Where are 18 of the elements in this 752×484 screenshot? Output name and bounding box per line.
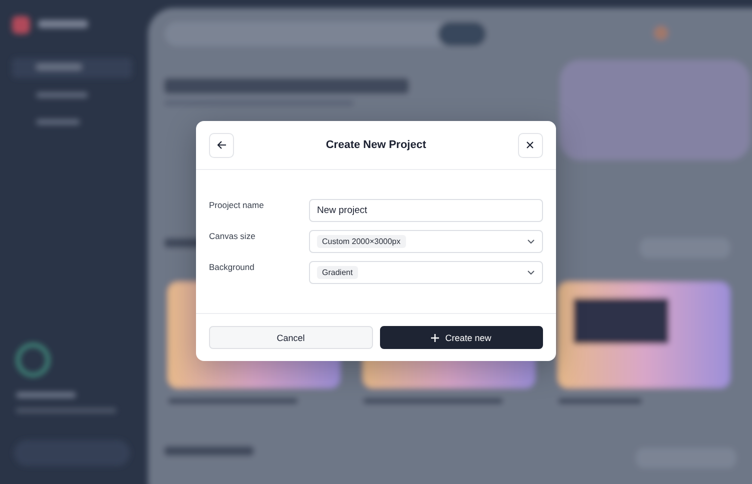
plus-icon [431, 334, 440, 342]
cancel-button[interactable]: Cancel [209, 326, 372, 349]
close-button[interactable] [518, 132, 543, 158]
chevron-down-icon [527, 239, 535, 244]
chevron-down-icon [527, 270, 535, 275]
back-arrow-icon [216, 140, 226, 150]
create-button[interactable]: Create new [380, 326, 543, 349]
field-label: Background [209, 261, 256, 272]
dropdown-field[interactable]: Gradient [309, 261, 543, 284]
selected-value-tag: Custom 2000×3000px [317, 235, 406, 248]
dialog-title: Create New Project [326, 139, 426, 151]
input-field[interactable]: New project [309, 199, 543, 222]
close-icon [526, 141, 534, 149]
field-label: Prooject name [209, 199, 265, 210]
back-button[interactable] [209, 132, 234, 158]
selected-value-tag: Gradient [317, 266, 358, 279]
field-label: Canvas size [209, 230, 256, 241]
dropdown-field[interactable]: Custom 2000×3000px [309, 230, 543, 253]
